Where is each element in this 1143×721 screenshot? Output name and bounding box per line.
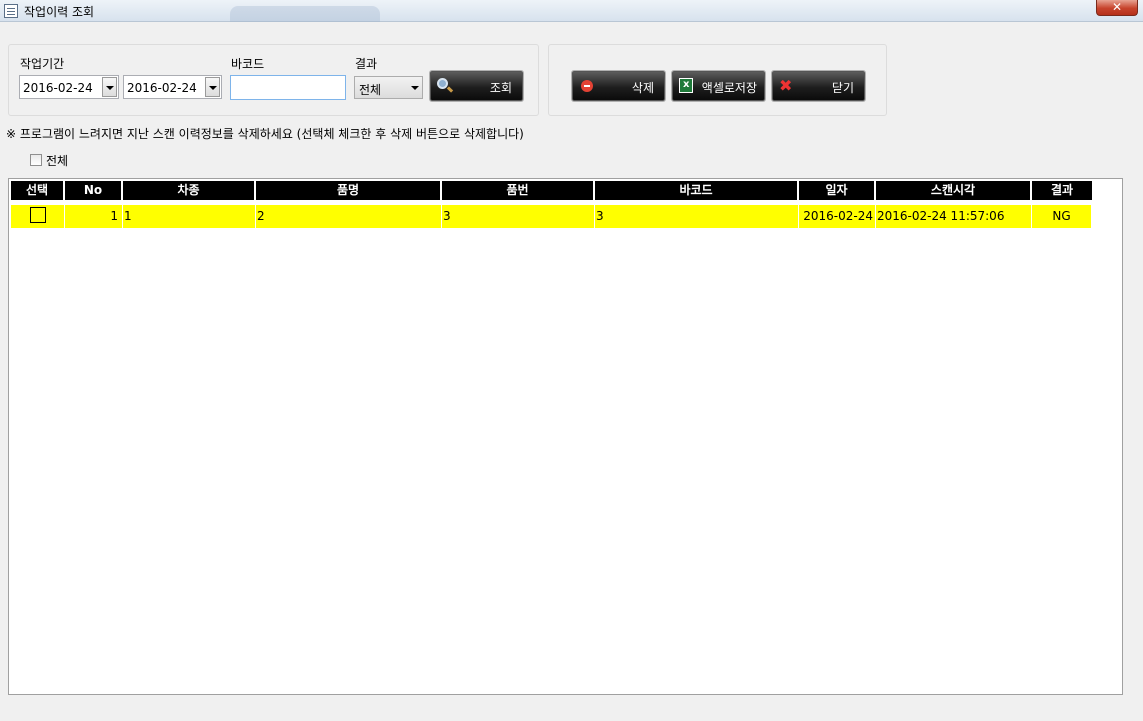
cell-item-name: 2 <box>256 205 442 228</box>
excel-icon <box>679 78 693 93</box>
period-label: 작업기간 <box>20 57 65 71</box>
window-title: 작업이력 조회 <box>24 5 95 19</box>
delete-button-label: 삭제 <box>631 81 654 95</box>
result-select[interactable]: 전체 <box>354 76 423 99</box>
title-bar: 작업이력 조회 ✕ <box>0 0 1143 22</box>
row-checkbox[interactable] <box>30 207 46 223</box>
date-to-value: 2016-02-24 <box>127 81 197 95</box>
cell-date: 2016-02-24 <box>799 205 876 228</box>
history-table: 선택 No 차종 품명 품번 바코드 일자 스캔시각 결과 1 1 2 3 3 … <box>8 178 1123 695</box>
search-button[interactable]: 조회 <box>429 70 524 102</box>
result-label: 결과 <box>355 57 378 71</box>
excel-export-button[interactable]: 액셀로저장 <box>671 70 766 102</box>
date-from-value: 2016-02-24 <box>23 81 93 95</box>
window-close-button[interactable]: ✕ <box>1096 0 1138 16</box>
result-selected-value: 전체 <box>359 83 382 97</box>
close-x-icon: ✖ <box>779 76 793 95</box>
close-button-label: 닫기 <box>831 81 854 95</box>
background-window-tab <box>230 6 380 22</box>
column-header-select[interactable]: 선택 <box>11 181 65 200</box>
cell-barcode: 3 <box>595 205 799 228</box>
cell-no: 1 <box>65 205 123 228</box>
barcode-label: 바코드 <box>231 57 265 71</box>
menu-icon[interactable] <box>4 4 18 18</box>
column-header-scan-time[interactable]: 스캔시각 <box>876 181 1032 200</box>
search-button-label: 조회 <box>489 81 512 95</box>
date-from-picker[interactable]: 2016-02-24 <box>19 75 119 99</box>
work-history-window: 작업이력 조회 ✕ 작업기간 2016-02-24 2016-02-24 바코드… <box>0 0 1143 721</box>
column-header-date[interactable]: 일자 <box>799 181 876 200</box>
cell-scan-time: 2016-02-24 11:57:06 <box>876 205 1032 228</box>
column-header-item-no[interactable]: 품번 <box>442 181 595 200</box>
date-to-picker[interactable]: 2016-02-24 <box>123 75 222 99</box>
column-header-result[interactable]: 결과 <box>1032 181 1092 200</box>
excel-button-label: 액셀로저장 <box>701 81 757 95</box>
barcode-input[interactable] <box>230 75 346 100</box>
column-header-car-type[interactable]: 차종 <box>123 181 256 200</box>
chevron-down-icon[interactable] <box>102 77 117 97</box>
delete-button[interactable]: 삭제 <box>571 70 666 102</box>
column-header-no[interactable]: No <box>65 181 123 200</box>
search-icon-handle <box>446 86 454 93</box>
cell-item-no: 3 <box>442 205 595 228</box>
column-header-barcode[interactable]: 바코드 <box>595 181 799 200</box>
row-select-cell[interactable] <box>11 205 65 228</box>
close-button[interactable]: ✖ 닫기 <box>771 70 866 102</box>
chevron-down-icon <box>411 86 419 90</box>
status-bar <box>0 697 1143 721</box>
chevron-down-icon[interactable] <box>205 77 220 97</box>
select-all-label: 전체 <box>46 154 69 168</box>
cell-car-type: 1 <box>123 205 256 228</box>
delete-icon <box>581 80 593 92</box>
notice-text: ※ 프로그램이 느려지면 지난 스캔 이력정보를 삭제하세요 (선택체 체크한 … <box>6 127 524 141</box>
select-all-checkbox[interactable] <box>30 154 42 166</box>
cell-result: NG <box>1032 205 1092 228</box>
column-header-item-name[interactable]: 품명 <box>256 181 442 200</box>
